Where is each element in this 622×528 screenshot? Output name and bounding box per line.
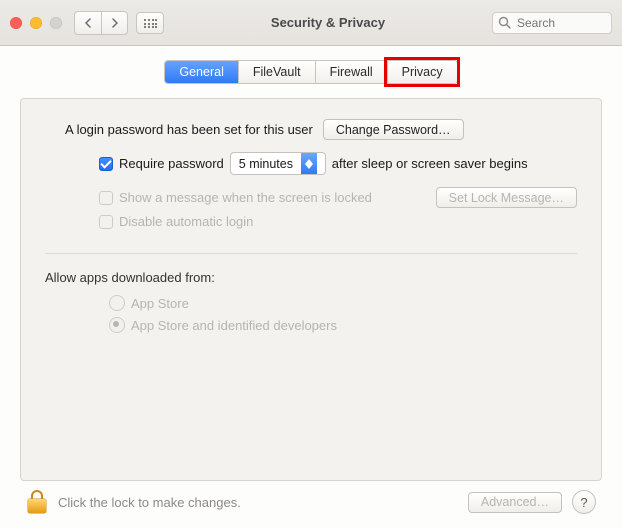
show-message-label: Show a message when the screen is locked bbox=[119, 190, 372, 205]
zoom-window-button[interactable] bbox=[50, 17, 62, 29]
login-password-row: A login password has been set for this u… bbox=[65, 119, 577, 140]
require-password-delay-value: 5 minutes bbox=[231, 153, 301, 174]
nav-back-forward bbox=[74, 11, 128, 35]
tab-filevault[interactable]: FileVault bbox=[238, 61, 315, 83]
downloads-radio-appstore bbox=[109, 295, 125, 311]
chevron-left-icon bbox=[84, 18, 92, 28]
search-icon bbox=[498, 16, 511, 29]
lock-hint-text: Click the lock to make changes. bbox=[58, 495, 458, 510]
disable-auto-login-label: Disable automatic login bbox=[119, 214, 253, 229]
require-password-suffix-label: after sleep or screen saver begins bbox=[332, 156, 528, 171]
downloads-option-identified: App Store and identified developers bbox=[109, 317, 577, 333]
require-password-checkbox[interactable] bbox=[99, 157, 113, 171]
lock-icon[interactable] bbox=[26, 489, 48, 515]
footer: Click the lock to make changes. Advanced… bbox=[20, 481, 602, 528]
section-divider bbox=[45, 253, 577, 254]
show-all-prefs-button[interactable] bbox=[136, 12, 164, 34]
help-button[interactable]: ? bbox=[572, 490, 596, 514]
change-password-button[interactable]: Change Password… bbox=[323, 119, 464, 140]
downloads-radio-identified bbox=[109, 317, 125, 333]
close-window-button[interactable] bbox=[10, 17, 22, 29]
set-lock-message-button: Set Lock Message… bbox=[436, 187, 577, 208]
require-password-row: Require password 5 minutes after sleep o… bbox=[99, 152, 577, 175]
tab-privacy[interactable]: Privacy bbox=[387, 61, 457, 83]
require-password-delay-popup[interactable]: 5 minutes bbox=[230, 152, 326, 175]
minimize-window-button[interactable] bbox=[30, 17, 42, 29]
tab-general[interactable]: General bbox=[165, 61, 237, 83]
window-toolbar: Security & Privacy bbox=[0, 0, 622, 46]
downloads-option-appstore: App Store bbox=[109, 295, 577, 311]
tab-firewall[interactable]: Firewall bbox=[315, 61, 387, 83]
nav-forward-button[interactable] bbox=[101, 12, 127, 34]
tab-bar: General FileVault Firewall Privacy bbox=[164, 60, 457, 84]
downloads-section-label: Allow apps downloaded from: bbox=[45, 270, 577, 285]
window-title: Security & Privacy bbox=[172, 15, 484, 30]
advanced-button[interactable]: Advanced… bbox=[468, 492, 562, 513]
nav-back-button[interactable] bbox=[75, 12, 101, 34]
downloads-appstore-label: App Store bbox=[131, 296, 189, 311]
show-message-row: Show a message when the screen is locked… bbox=[99, 187, 577, 208]
grid-icon bbox=[143, 18, 157, 28]
traffic-lights bbox=[10, 17, 62, 29]
show-message-checkbox bbox=[99, 191, 113, 205]
popup-arrows-icon bbox=[301, 153, 317, 174]
disable-auto-login-row: Disable automatic login bbox=[99, 214, 577, 229]
search-field-container bbox=[492, 12, 612, 34]
general-panel: A login password has been set for this u… bbox=[20, 98, 602, 481]
chevron-right-icon bbox=[111, 18, 119, 28]
disable-auto-login-checkbox bbox=[99, 215, 113, 229]
require-password-prefix-label: Require password bbox=[119, 156, 224, 171]
downloads-identified-label: App Store and identified developers bbox=[131, 318, 337, 333]
login-password-set-label: A login password has been set for this u… bbox=[65, 122, 313, 137]
